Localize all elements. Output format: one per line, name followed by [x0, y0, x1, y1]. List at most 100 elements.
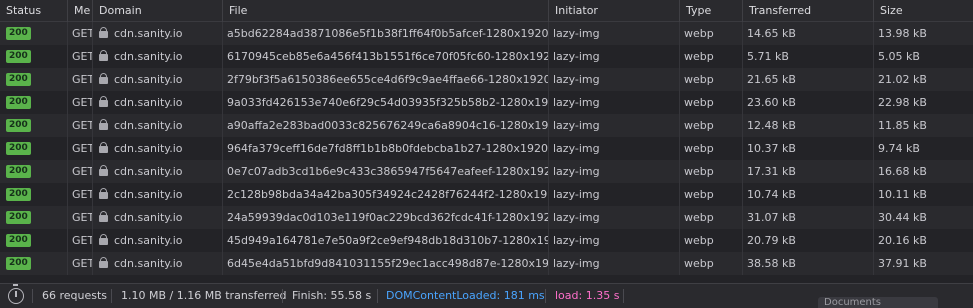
request-row[interactable]: 200 GET cdn.sanity.io 45d949a164781e7e50a9f… [0, 229, 973, 252]
domain-cell: cdn.sanity.io [93, 68, 223, 91]
domain-text: cdn.sanity.io [114, 27, 183, 40]
transferred-cell: 23.60 kB [743, 91, 874, 114]
domain-cell: cdn.sanity.io [93, 22, 223, 45]
method-cell: GET [68, 137, 93, 160]
transferred-cell: 20.79 kB [743, 229, 874, 252]
status-bar-divider [282, 289, 283, 303]
lock-icon [99, 234, 108, 245]
method-cell: GET [68, 206, 93, 229]
file-cell: 6170945ceb85e6a456f413b1551f6ce70f05fc60… [223, 45, 549, 68]
file-cell: 2f79bf3f5a6150386ee655ce4d6f9c9ae4ffae66… [223, 68, 549, 91]
size-cell: 20.16 kB [878, 234, 927, 247]
request-row[interactable]: 200 GET cdn.sanity.io 9a033fd426153e740e6f2… [0, 91, 973, 114]
status-cell: 200 [0, 68, 68, 91]
type-cell: webp [680, 206, 743, 229]
request-row[interactable]: 200 GET cdn.sanity.io 6170945ceb85e6a456f41… [0, 45, 973, 68]
column-header-initiator[interactable]: Initiator [549, 0, 680, 22]
timer-icon[interactable] [8, 284, 24, 304]
domain-cell: cdn.sanity.io [93, 114, 223, 137]
size-cell: 5.05 kB [878, 50, 920, 63]
initiator-cell: lazy-img [549, 206, 680, 229]
domain-cell: cdn.sanity.io [93, 206, 223, 229]
file-cell: 2c128b98bda34a42ba305f34924c2428f76244f2… [223, 183, 549, 206]
finish-time: Finish: 55.58 s [292, 289, 372, 302]
status-cell: 200 [0, 45, 68, 68]
request-row[interactable]: 200 GET cdn.sanity.io a90affa2e283bad0033c8… [0, 114, 973, 137]
request-row[interactable]: 200 GET cdn.sanity.io 2f79bf3f5a6150386ee65… [0, 68, 973, 91]
file-cell: 964fa379ceff16de7fd8ff1b1b8b0fdebcba1b27… [223, 137, 549, 160]
initiator-cell: lazy-img [549, 183, 680, 206]
type-cell: webp [680, 91, 743, 114]
status-badge: 200 [6, 142, 31, 155]
transferred-total: 1.10 MB / 1.16 MB transferred [121, 289, 287, 302]
transferred-cell: 21.65 kB [743, 68, 874, 91]
type-cell: webp [680, 114, 743, 137]
column-header-domain[interactable]: Domain [93, 0, 223, 22]
initiator-cell: lazy-img [549, 45, 680, 68]
status-badge: 200 [6, 96, 31, 109]
documents-tab[interactable]: Documents [818, 297, 938, 308]
method-cell: GET [68, 160, 93, 183]
file-cell: 45d949a164781e7e50a9f2ce9ef948db18d310b7… [223, 229, 549, 252]
domain-cell: cdn.sanity.io [93, 160, 223, 183]
status-badge: 200 [6, 27, 31, 40]
request-row[interactable]: 200 GET cdn.sanity.io 2c128b98bda34a42ba305… [0, 183, 973, 206]
transferred-cell: 5.71 kB [743, 45, 874, 68]
domain-text: cdn.sanity.io [114, 188, 183, 201]
column-header-row: Status Me Domain File Initiator Type Tra… [0, 0, 973, 22]
method-cell: GET [68, 252, 93, 275]
initiator-cell: lazy-img [549, 114, 680, 137]
request-row[interactable]: 200 GET cdn.sanity.io 24a59939dac0d103e119f… [0, 206, 973, 229]
status-badge: 200 [6, 73, 31, 86]
size-cell: 9.74 kB [878, 142, 920, 155]
domain-text: cdn.sanity.io [114, 142, 183, 155]
size-cell: 16.68 kB [878, 165, 927, 178]
transferred-cell: 12.48 kB [743, 114, 874, 137]
status-cell: 200 [0, 22, 68, 45]
size-cell: 22.98 kB [878, 96, 927, 109]
request-row[interactable]: 200 GET cdn.sanity.io a5bd62284ad3871086e5f… [0, 22, 973, 45]
transferred-cell: 10.37 kB [743, 137, 874, 160]
domain-cell: cdn.sanity.io [93, 91, 223, 114]
lock-icon [99, 257, 108, 268]
status-cell: 200 [0, 206, 68, 229]
status-cell: 200 [0, 183, 68, 206]
request-row[interactable]: 200 GET cdn.sanity.io 0e7c07adb3cd1b6e9c433… [0, 160, 973, 183]
method-cell: GET [68, 45, 93, 68]
domain-cell: cdn.sanity.io [93, 137, 223, 160]
size-cell: 37.91 kB [878, 257, 927, 270]
status-bar-divider [32, 289, 33, 303]
type-cell: webp [680, 22, 743, 45]
request-count: 66 requests [42, 289, 108, 302]
transferred-cell: 14.65 kB [743, 22, 874, 45]
lock-icon [99, 50, 108, 61]
status-badge: 200 [6, 119, 31, 132]
column-header-method[interactable]: Me [68, 0, 93, 22]
domain-text: cdn.sanity.io [114, 234, 183, 247]
status-badge: 200 [6, 165, 31, 178]
transferred-cell: 38.58 kB [743, 252, 874, 275]
status-bar-divider [377, 289, 378, 303]
file-cell: a90affa2e283bad0033c825676249ca6a8904c16… [223, 114, 549, 137]
domain-cell: cdn.sanity.io [93, 252, 223, 275]
type-cell: webp [680, 183, 743, 206]
initiator-cell: lazy-img [549, 22, 680, 45]
transferred-cell: 31.07 kB [743, 206, 874, 229]
request-row[interactable]: 200 GET cdn.sanity.io 964fa379ceff16de7fd8f… [0, 137, 973, 160]
method-cell: GET [68, 91, 93, 114]
column-header-transferred[interactable]: Transferred [743, 0, 874, 22]
method-cell: GET [68, 22, 93, 45]
status-bar-divider [545, 289, 546, 303]
column-header-status[interactable]: Status [0, 0, 68, 22]
size-cell: 30.44 kB [878, 211, 927, 224]
domain-cell: cdn.sanity.io [93, 45, 223, 68]
status-cell: 200 [0, 229, 68, 252]
column-header-file[interactable]: File [223, 0, 549, 22]
initiator-cell: lazy-img [549, 229, 680, 252]
column-header-size[interactable]: Size [874, 0, 973, 22]
request-row[interactable]: 200 GET cdn.sanity.io 6d45e4da51bfd9d841031… [0, 252, 973, 275]
column-header-type[interactable]: Type [680, 0, 743, 22]
status-bar-divider [623, 289, 624, 303]
status-cell: 200 [0, 252, 68, 275]
type-cell: webp [680, 137, 743, 160]
